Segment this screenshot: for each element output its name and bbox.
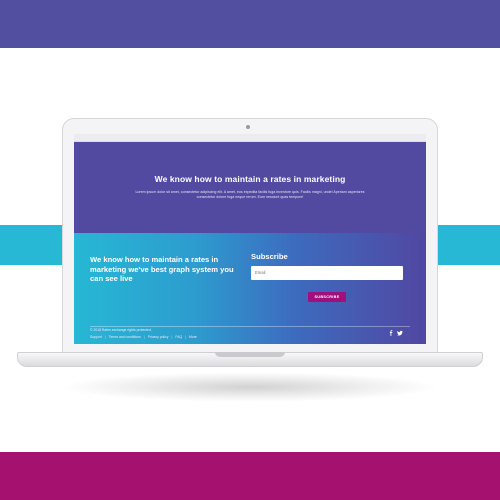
footer-divider xyxy=(90,326,410,327)
social-links xyxy=(388,330,403,336)
footer-section: We know how to maintain a rates in marke… xyxy=(74,233,426,344)
facebook-icon[interactable] xyxy=(388,330,394,336)
footer-link-terms[interactable]: Terms and conditions xyxy=(109,335,141,339)
camera-icon xyxy=(246,125,250,129)
hero-section: We know how to maintain a rates in marke… xyxy=(74,142,426,233)
footer-link-privacy[interactable]: Privacy policy xyxy=(148,335,169,339)
promo-canvas: We know how to maintain a rates in marke… xyxy=(0,0,500,500)
link-separator: | xyxy=(143,335,145,339)
laptop-notch xyxy=(215,352,285,357)
subscribe-button[interactable]: SUBSCRIBE xyxy=(308,292,346,302)
copyright-text: © 2018 Rates exchange rights protected. xyxy=(90,328,152,332)
laptop-screen: We know how to maintain a rates in marke… xyxy=(74,134,426,344)
browser-bar xyxy=(74,134,426,142)
link-separator: | xyxy=(185,335,187,339)
footer-links: Support | Terms and conditions | Privacy… xyxy=(90,335,197,339)
footer-link-faq[interactable]: FAQ xyxy=(175,335,182,339)
link-separator: | xyxy=(171,335,173,339)
hero-title: We know how to maintain a rates in marke… xyxy=(154,174,346,184)
laptop-shadow xyxy=(60,372,440,402)
footer-tagline: We know how to maintain a rates in marke… xyxy=(90,255,234,284)
bottom-color-band xyxy=(0,452,500,500)
footer-link-more[interactable]: More xyxy=(189,335,197,339)
top-color-band xyxy=(0,0,500,48)
footer-link-support[interactable]: Support xyxy=(90,335,102,339)
twitter-icon[interactable] xyxy=(397,330,403,336)
email-input[interactable] xyxy=(251,266,403,280)
subscribe-title: Subscribe xyxy=(251,252,288,261)
hero-text: Lorem ipsum dolor sit amet, consectetur … xyxy=(135,190,365,200)
link-separator: | xyxy=(104,335,106,339)
